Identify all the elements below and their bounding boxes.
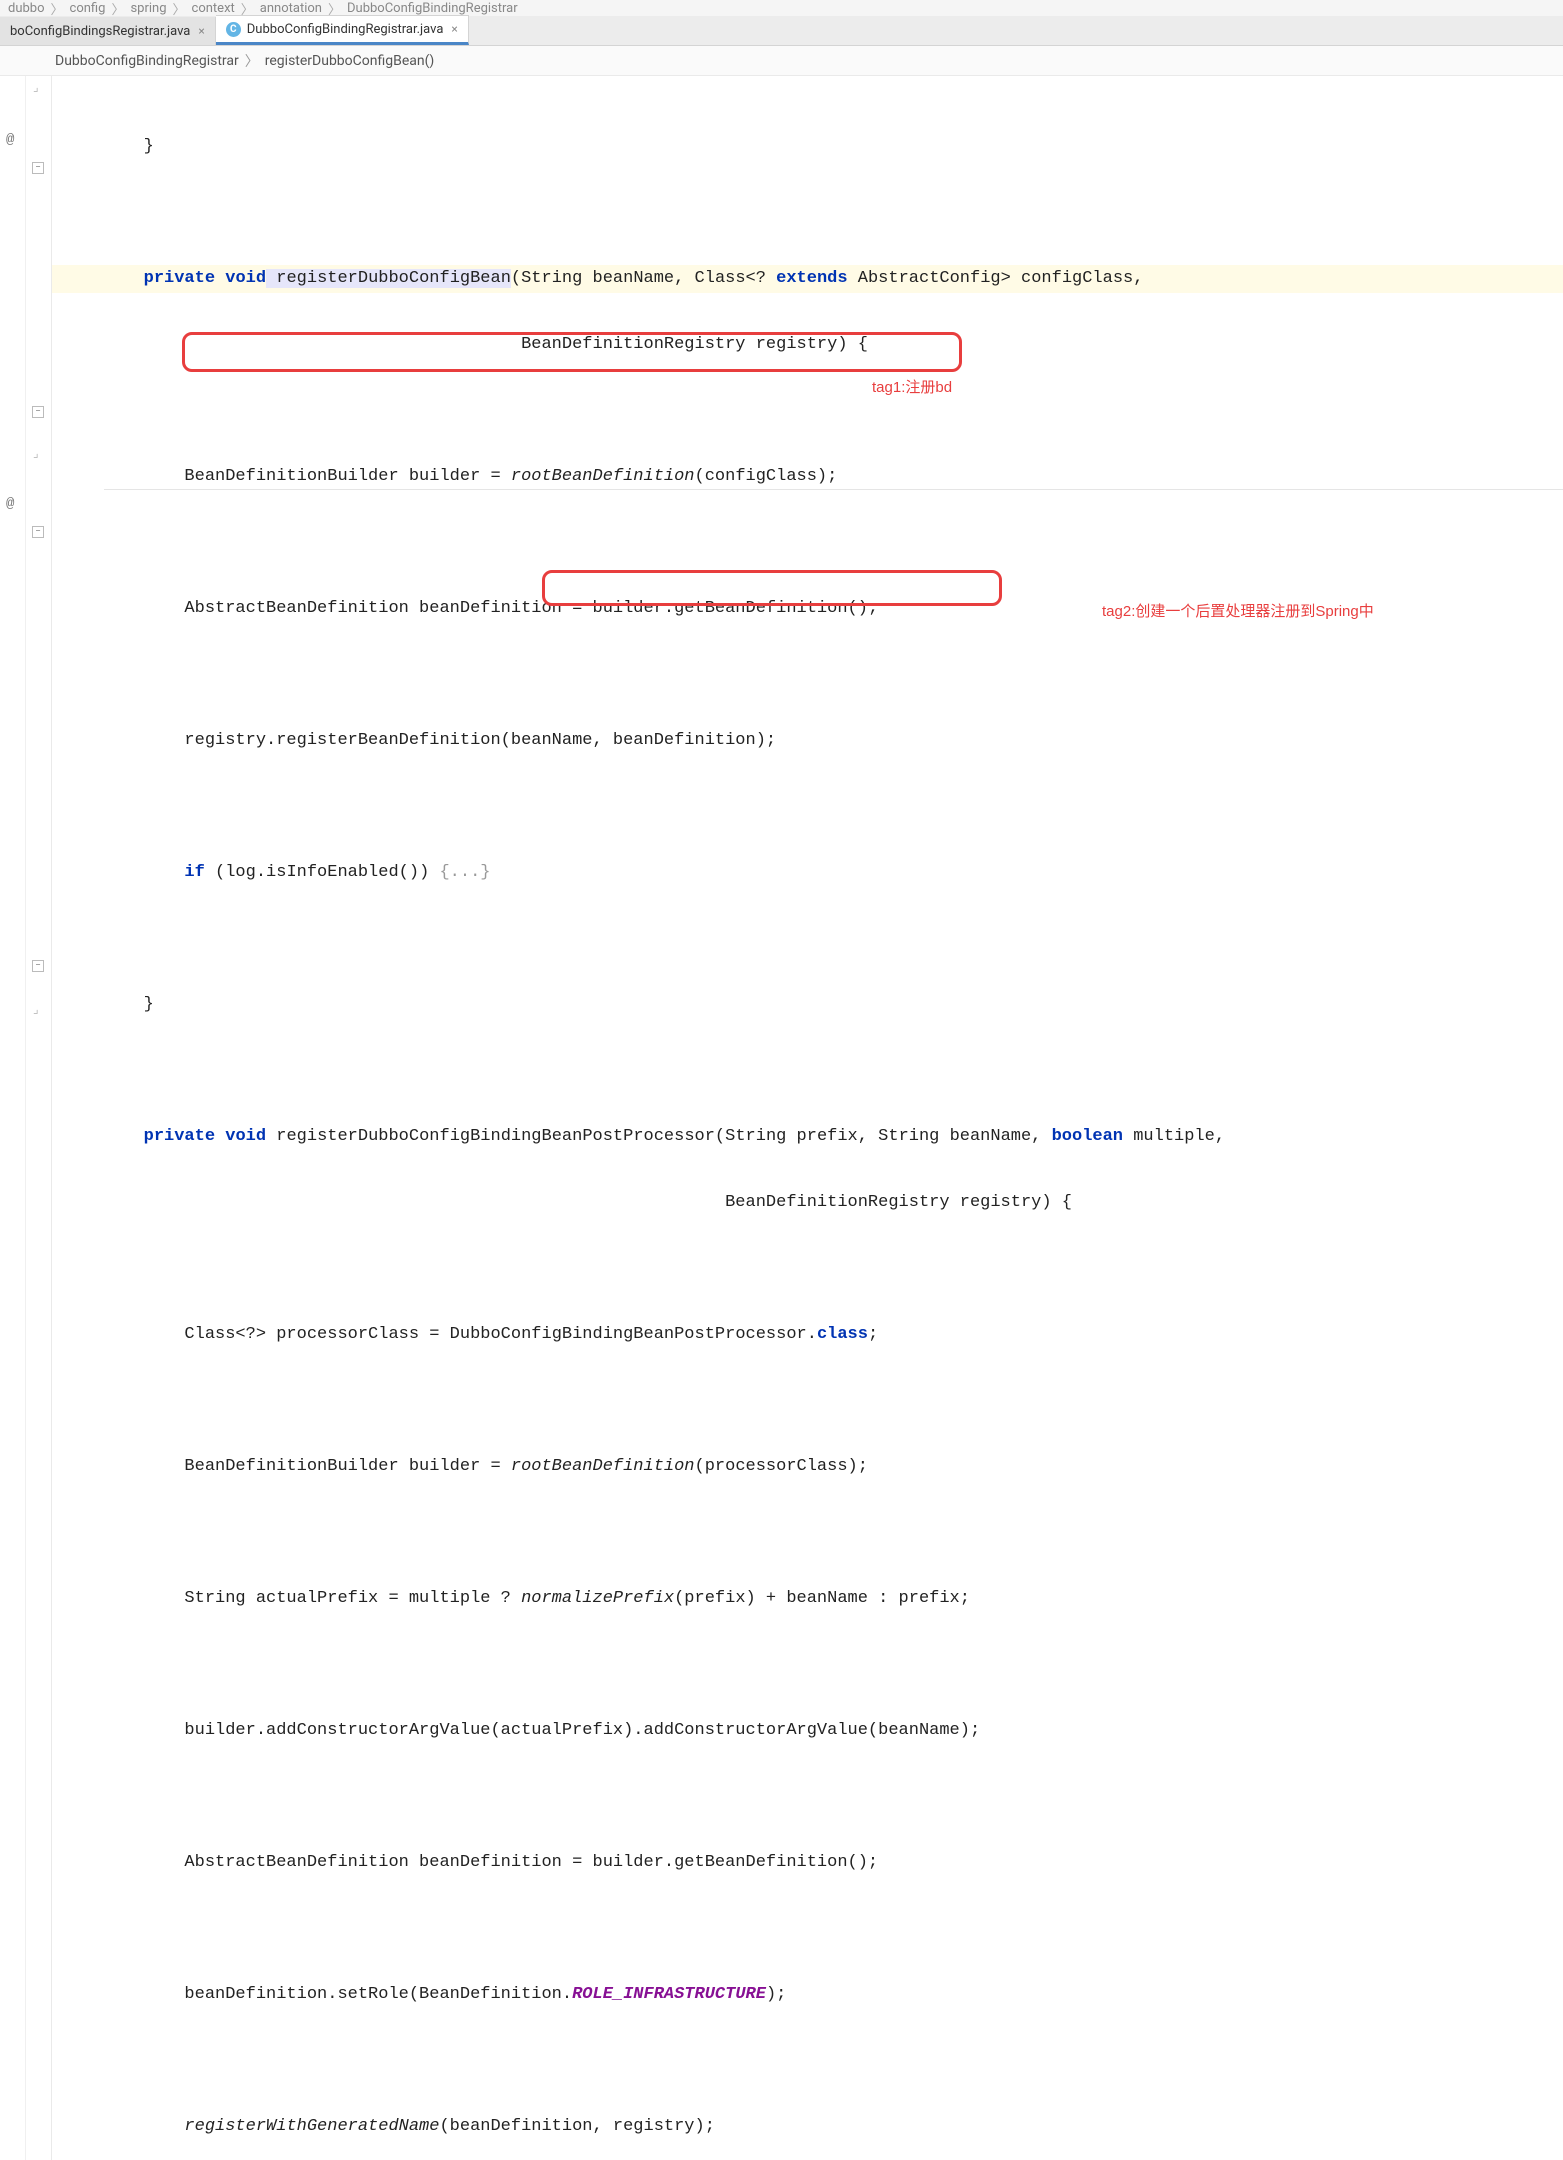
code-line[interactable]: String actualPrefix = multiple ? normali…: [52, 1585, 1563, 1613]
fold-toggle-icon[interactable]: −: [32, 526, 44, 538]
crumb-item[interactable]: context: [192, 1, 235, 16]
fold-end-icon[interactable]: ⌟: [33, 80, 39, 94]
structure-breadcrumb: DubboConfigBindingRegistrar 〉 registerDu…: [0, 46, 1563, 76]
code-line[interactable]: [52, 1783, 1563, 1811]
code-line[interactable]: [52, 1255, 1563, 1283]
code-line[interactable]: [52, 793, 1563, 821]
code-line[interactable]: Class<?> processorClass = DubboConfigBin…: [52, 1321, 1563, 1349]
code-line[interactable]: builder.addConstructorArgValue(actualPre…: [52, 1717, 1563, 1745]
crumb-sep: 〉: [328, 0, 341, 16]
close-icon[interactable]: ×: [198, 24, 204, 38]
code-line[interactable]: BeanDefinitionBuilder builder = rootBean…: [52, 463, 1563, 491]
code-line[interactable]: [52, 925, 1563, 953]
crumb-sep: 〉: [173, 0, 186, 16]
code-line[interactable]: if (log.isInfoEnabled()) {...}: [52, 859, 1563, 887]
code-line[interactable]: [52, 1519, 1563, 1547]
crumb-method[interactable]: registerDubboConfigBean(): [265, 53, 435, 69]
code-line[interactable]: [52, 661, 1563, 689]
crumb-class[interactable]: DubboConfigBindingRegistrar: [55, 53, 239, 69]
class-file-icon: C: [226, 22, 241, 37]
code-line[interactable]: [52, 1057, 1563, 1085]
fold-toggle-icon[interactable]: −: [32, 406, 44, 418]
code-line[interactable]: beanDefinition.setRole(BeanDefinition.RO…: [52, 1981, 1563, 2009]
tab-file-2[interactable]: C DubboConfigBindingRegistrar.java ×: [216, 15, 469, 45]
code-line[interactable]: registry.registerBeanDefinition(beanName…: [52, 727, 1563, 755]
crumb-item[interactable]: DubboConfigBindingRegistrar: [347, 1, 518, 16]
code-line[interactable]: [52, 1387, 1563, 1415]
code-line[interactable]: private void registerDubboConfigBean(Str…: [52, 265, 1563, 293]
code-line[interactable]: [52, 529, 1563, 557]
tab-label: DubboConfigBindingRegistrar.java: [247, 22, 444, 37]
code-line[interactable]: BeanDefinitionRegistry registry) {: [52, 331, 1563, 359]
code-line[interactable]: AbstractBeanDefinition beanDefinition = …: [52, 1849, 1563, 1877]
fold-gutter: ⌟ − − ⌟ − − ⌟: [26, 76, 52, 2160]
fold-end-icon[interactable]: ⌟: [33, 446, 39, 460]
fold-toggle-icon[interactable]: −: [32, 162, 44, 174]
annotation-text-1: tag1:注册bd: [872, 376, 952, 397]
override-marker-icon[interactable]: @: [6, 496, 14, 512]
crumb-item[interactable]: dubbo: [8, 1, 45, 16]
code-editor[interactable]: } private void registerDubboConfigBean(S…: [52, 76, 1563, 2160]
code-line[interactable]: [52, 2047, 1563, 2075]
crumb-sep: 〉: [245, 51, 259, 71]
code-line[interactable]: private void registerDubboConfigBindingB…: [52, 1123, 1563, 1151]
crumb-sep: 〉: [111, 0, 124, 16]
crumb-item[interactable]: annotation: [260, 1, 322, 16]
code-line[interactable]: [52, 397, 1563, 425]
editor-tab-bar: boConfigBindingsRegistrar.java × C Dubbo…: [0, 16, 1563, 46]
code-line[interactable]: registerWithGeneratedName(beanDefinition…: [52, 2113, 1563, 2141]
code-line[interactable]: BeanDefinitionBuilder builder = rootBean…: [52, 1453, 1563, 1481]
close-icon[interactable]: ×: [451, 22, 457, 36]
editor-area[interactable]: @ @ ⌟ − − ⌟ − − ⌟ } private void registe…: [0, 76, 1563, 2160]
override-marker-icon[interactable]: @: [6, 132, 14, 148]
crumb-sep: 〉: [51, 0, 64, 16]
code-line[interactable]: [52, 1651, 1563, 1679]
method-separator: [104, 489, 1563, 490]
tab-file-1[interactable]: boConfigBindingsRegistrar.java ×: [0, 17, 216, 45]
top-breadcrumb: dubbo 〉 config 〉 spring 〉 context 〉 annotati…: [0, 0, 1563, 16]
code-line[interactable]: [52, 199, 1563, 227]
crumb-sep: 〉: [241, 0, 254, 16]
code-line[interactable]: BeanDefinitionRegistry registry) {: [52, 1189, 1563, 1217]
code-line[interactable]: }: [52, 133, 1563, 161]
fold-toggle-icon[interactable]: −: [32, 960, 44, 972]
code-line[interactable]: }: [52, 991, 1563, 1019]
crumb-item[interactable]: config: [70, 1, 106, 16]
fold-end-icon[interactable]: ⌟: [33, 1002, 39, 1016]
code-line[interactable]: [52, 1915, 1563, 1943]
tab-label: boConfigBindingsRegistrar.java: [10, 24, 190, 39]
annotation-text-2: tag2:创建一个后置处理器注册到Spring中: [1102, 600, 1374, 621]
crumb-item[interactable]: spring: [130, 1, 166, 16]
marker-column: @ @: [0, 76, 26, 2160]
